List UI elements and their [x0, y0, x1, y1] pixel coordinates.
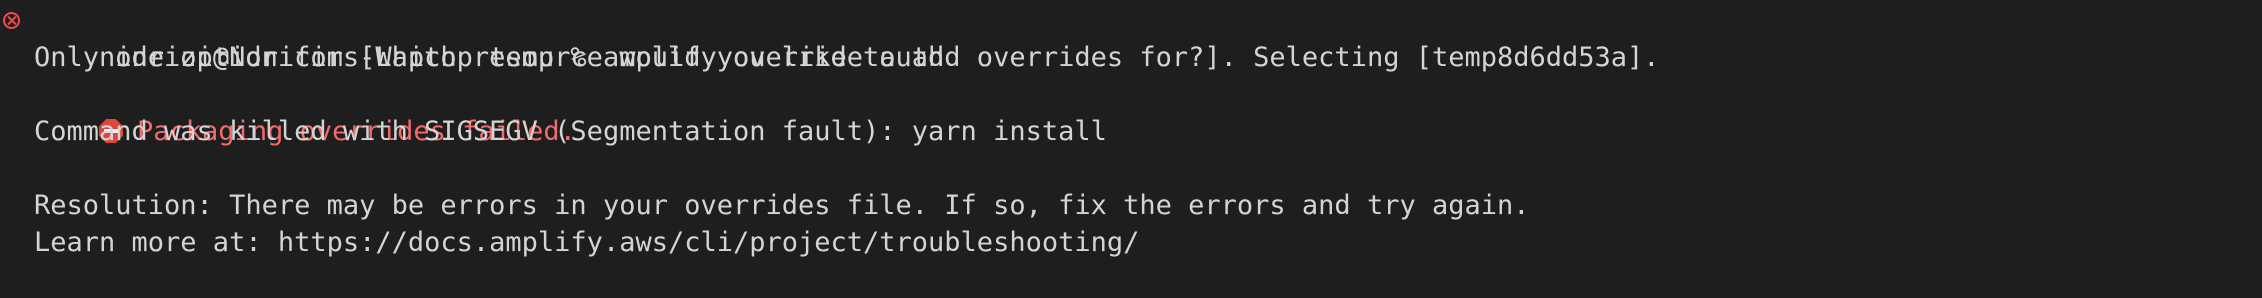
error-circle-x-icon[interactable]	[3, 12, 20, 29]
resolution-output-line: Resolution: There may be errors in your …	[34, 190, 1530, 221]
killed-output-line: Command was killed with SIGSEGV (Segment…	[34, 116, 1107, 147]
terminal-panel[interactable]: nidrizi@Ndricims-Laptop temp % amplify o…	[0, 0, 2262, 298]
selection-output-line: Only one option for [Which resource woul…	[34, 42, 1660, 73]
command-line: nidrizi@Ndricims-Laptop temp % amplify o…	[0, 2, 2262, 73]
learn-more-output-line: Learn more at: https://docs.amplify.aws/…	[34, 227, 1140, 258]
error-output-line: Packaging overrides failed.	[0, 76, 2262, 147]
